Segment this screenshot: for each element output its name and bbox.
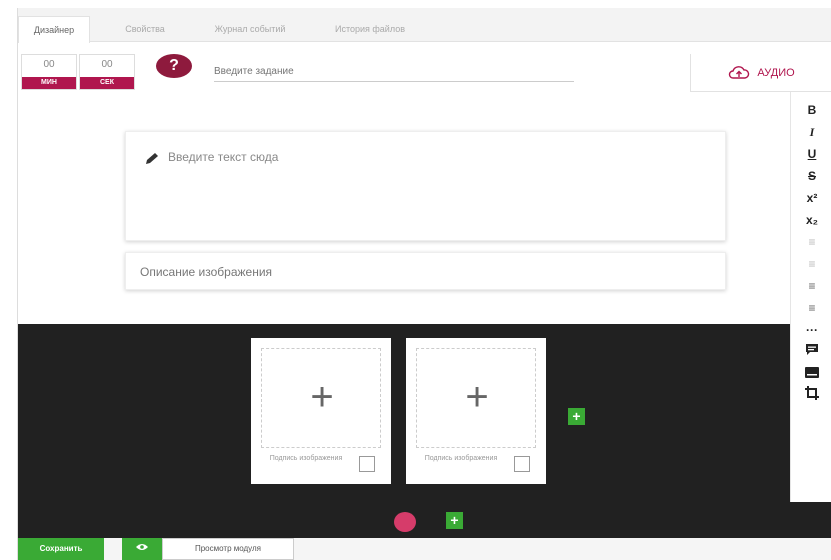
- preview-module-button[interactable]: Просмотр модуля: [162, 538, 294, 560]
- plus-icon: +: [310, 375, 334, 419]
- save-button[interactable]: Сохранить: [18, 538, 104, 560]
- minutes-value: 00: [43, 59, 55, 70]
- tab-properties[interactable]: Свойства: [110, 16, 180, 42]
- tab-designer[interactable]: Дизайнер: [18, 16, 90, 43]
- tab-file-history[interactable]: История файлов: [320, 16, 420, 42]
- audio-label: АУДИО: [757, 67, 795, 79]
- task-input[interactable]: [214, 62, 574, 82]
- unordered-list-button[interactable]: ≡: [791, 276, 831, 296]
- image-description-field[interactable]: Описание изображения: [125, 252, 726, 290]
- strikethrough-button[interactable]: S: [791, 166, 831, 186]
- format-toolbar: B I U S x² x₂ ≡ ≡ ≡ ≡ ···: [790, 92, 831, 502]
- keyboard-icon[interactable]: [791, 364, 831, 384]
- superscript-button[interactable]: x²: [791, 188, 831, 208]
- image-checkbox[interactable]: [514, 456, 530, 472]
- image-checkbox[interactable]: [359, 456, 375, 472]
- footer: Сохранить Просмотр модуля: [18, 538, 831, 560]
- image-caption[interactable]: Подпись изображения: [261, 454, 351, 463]
- more-button[interactable]: ···: [791, 320, 831, 340]
- minutes-unit: МИН: [22, 77, 76, 89]
- designer-frame: Дизайнер Свойства Журнал событий История…: [17, 8, 831, 560]
- align-left-button[interactable]: ≡: [791, 232, 831, 252]
- color-picker-dot[interactable]: [394, 512, 416, 532]
- pencil-icon: [146, 153, 158, 164]
- seconds-box[interactable]: 00 СЕК: [79, 54, 135, 90]
- comment-icon[interactable]: [791, 342, 831, 362]
- description-placeholder: Описание изображения: [140, 265, 273, 279]
- tab-bar: Дизайнер Свойства Журнал событий История…: [18, 8, 831, 43]
- add-row-button[interactable]: +: [446, 512, 463, 529]
- audio-button[interactable]: АУДИО: [690, 54, 831, 92]
- underline-button[interactable]: U: [791, 144, 831, 164]
- image-dropzone[interactable]: +: [261, 348, 381, 448]
- plus-icon: +: [465, 375, 489, 419]
- image-slot[interactable]: + Подпись изображения: [251, 338, 391, 484]
- question-icon[interactable]: ?: [156, 54, 192, 78]
- cloud-upload-icon: [729, 66, 750, 79]
- bottom-strip: +: [18, 502, 831, 538]
- eye-icon[interactable]: [122, 538, 162, 560]
- timer: 00 МИН 00 СЕК: [21, 54, 139, 90]
- bold-button[interactable]: B: [791, 100, 831, 120]
- image-dropzone[interactable]: +: [416, 348, 536, 448]
- text-placeholder: Введите текст сюда: [168, 150, 279, 164]
- image-caption[interactable]: Подпись изображения: [416, 454, 506, 463]
- minutes-box[interactable]: 00 МИН: [21, 54, 77, 90]
- subscript-button[interactable]: x₂: [791, 210, 831, 230]
- align-center-button[interactable]: ≡: [791, 254, 831, 274]
- seconds-unit: СЕК: [80, 77, 134, 89]
- text-editor[interactable]: Введите текст сюда: [125, 131, 726, 241]
- tab-event-log[interactable]: Журнал событий: [200, 16, 300, 42]
- italic-button[interactable]: I: [791, 122, 831, 142]
- add-image-button[interactable]: +: [568, 408, 585, 425]
- ordered-list-button[interactable]: ≡: [791, 298, 831, 318]
- image-slot[interactable]: + Подпись изображения: [406, 338, 546, 484]
- image-panel: + Подпись изображения + Подпись изображе…: [18, 324, 790, 502]
- seconds-value: 00: [101, 59, 113, 70]
- crop-icon[interactable]: [791, 386, 831, 406]
